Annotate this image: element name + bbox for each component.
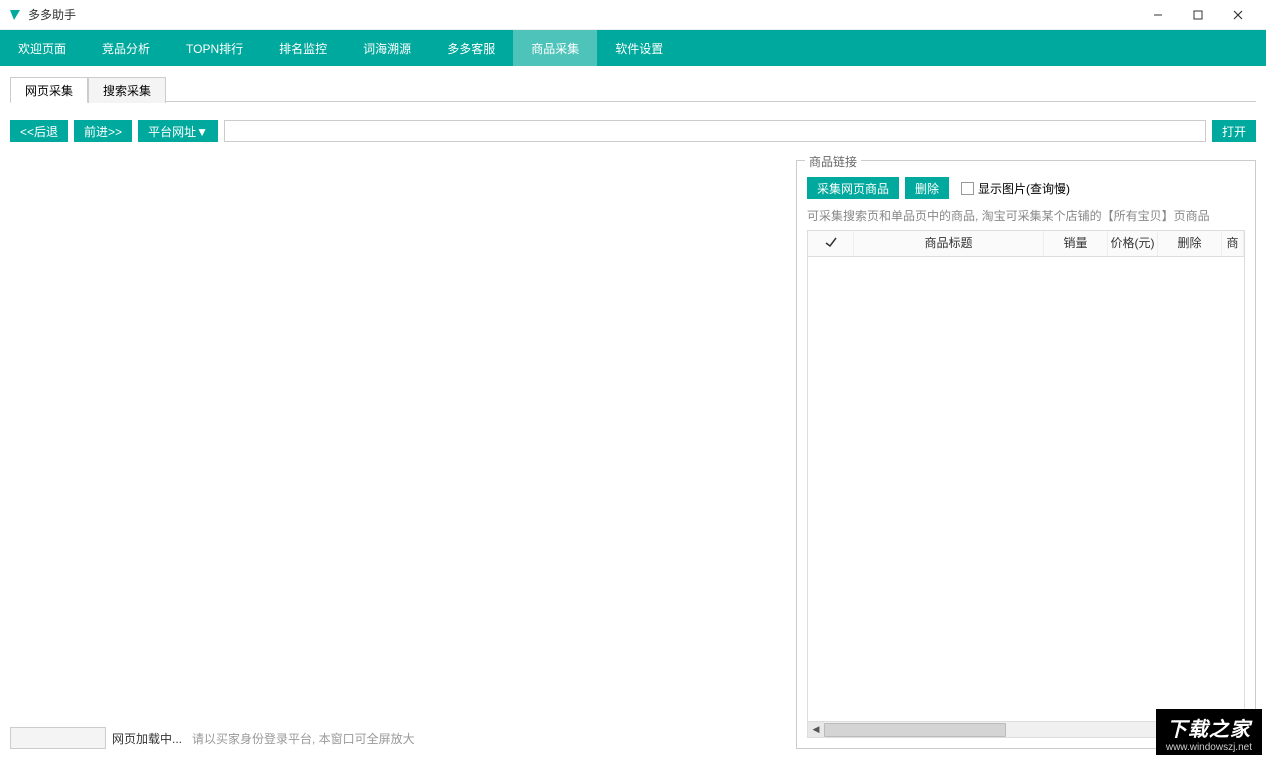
nav-item-competitor[interactable]: 竞品分析 (84, 30, 168, 66)
platform-dropdown[interactable]: 平台网址▼ (138, 120, 218, 142)
content-area: 网页采集 搜索采集 <<后退 前进>> 平台网址▼ 打开 网页加载中... 请以… (0, 66, 1266, 759)
scroll-thumb[interactable] (824, 723, 1006, 737)
forward-button[interactable]: 前进>> (74, 120, 132, 142)
maximize-button[interactable] (1178, 0, 1218, 30)
nav-item-rank-monitor[interactable]: 排名监控 (261, 30, 345, 66)
col-header-sales[interactable]: 销量 (1044, 231, 1108, 256)
main-nav: 欢迎页面 竞品分析 TOPN排行 排名监控 词海溯源 多多客服 商品采集 软件设… (0, 30, 1266, 66)
sub-tabs: 网页采集 搜索采集 (10, 76, 1256, 102)
main-area: 网页加载中... 请以买家身份登录平台, 本窗口可全屏放大 商品链接 采集网页商… (10, 160, 1256, 749)
subtab-search-collect[interactable]: 搜索采集 (88, 77, 166, 103)
nav-item-welcome[interactable]: 欢迎页面 (0, 30, 84, 66)
collect-button[interactable]: 采集网页商品 (807, 177, 899, 199)
col-header-extra[interactable]: 商 (1222, 231, 1244, 256)
checkbox-icon (961, 182, 974, 195)
table-header-row: 商品标题 销量 价格(元) 删除 商 (808, 231, 1244, 257)
subtab-web-collect[interactable]: 网页采集 (10, 77, 88, 103)
close-button[interactable] (1218, 0, 1258, 30)
table-body (808, 257, 1244, 721)
col-header-price[interactable]: 价格(元) (1108, 231, 1158, 256)
checkmark-icon (824, 235, 838, 252)
show-image-checkbox[interactable]: 显示图片(查询慢) (961, 180, 1070, 197)
url-input[interactable] (224, 120, 1206, 142)
title-bar: 多多助手 (0, 0, 1266, 30)
show-image-label: 显示图片(查询慢) (978, 180, 1070, 197)
status-loading-text: 网页加载中... (112, 730, 182, 747)
product-table: 商品标题 销量 价格(元) 删除 商 ◀ ▶ (807, 230, 1245, 738)
status-row: 网页加载中... 请以买家身份登录平台, 本窗口可全屏放大 (10, 727, 788, 749)
panel-toolbar: 采集网页商品 删除 显示图片(查询慢) (807, 177, 1245, 199)
watermark-title: 下载之家 (1167, 713, 1251, 742)
nav-item-collect[interactable]: 商品采集 (513, 30, 597, 66)
watermark-url: www.windowszj.net (1166, 742, 1252, 753)
col-header-title[interactable]: 商品标题 (854, 231, 1044, 256)
app-title: 多多助手 (28, 6, 76, 23)
app-icon (8, 8, 22, 22)
browser-toolbar: <<后退 前进>> 平台网址▼ 打开 (10, 120, 1256, 142)
delete-button[interactable]: 删除 (905, 177, 949, 199)
open-button[interactable]: 打开 (1212, 120, 1256, 142)
minimize-button[interactable] (1138, 0, 1178, 30)
product-links-panel: 商品链接 采集网页商品 删除 显示图片(查询慢) 可采集搜索页和单品页中的商品,… (796, 160, 1256, 749)
nav-item-service[interactable]: 多多客服 (429, 30, 513, 66)
panel-legend: 商品链接 (805, 153, 861, 170)
nav-item-word-trace[interactable]: 词海溯源 (345, 30, 429, 66)
web-canvas (10, 160, 788, 719)
nav-item-settings[interactable]: 软件设置 (597, 30, 681, 66)
panel-info-text: 可采集搜索页和单品页中的商品, 淘宝可采集某个店铺的【所有宝贝】页商品 (807, 207, 1245, 224)
col-header-check[interactable] (808, 231, 854, 256)
left-panel: 网页加载中... 请以买家身份登录平台, 本窗口可全屏放大 (10, 160, 788, 749)
status-hint-text: 请以买家身份登录平台, 本窗口可全屏放大 (192, 730, 415, 747)
progress-bar (10, 727, 106, 749)
scroll-left-arrow[interactable]: ◀ (808, 722, 824, 737)
back-button[interactable]: <<后退 (10, 120, 68, 142)
nav-item-topn[interactable]: TOPN排行 (168, 30, 261, 66)
watermark: 下载之家 www.windowszj.net (1156, 709, 1262, 755)
col-header-delete[interactable]: 删除 (1158, 231, 1222, 256)
